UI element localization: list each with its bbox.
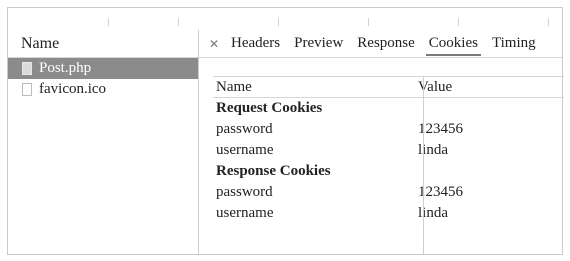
cookies-table-header: Name Value [213,76,564,98]
section-title: Request Cookies [216,100,323,116]
table-row[interactable]: username linda [213,140,564,161]
tab-cookies[interactable]: Cookies [425,31,481,56]
column-header-name[interactable]: Name [213,79,413,96]
tab-headers[interactable]: Headers [228,31,283,56]
devtools-network-panel: Name Post.php favicon.ico ✕ Headers Prev… [7,7,564,255]
tab-preview[interactable]: Preview [291,31,346,56]
request-row-favicon[interactable]: favicon.ico [8,79,198,100]
close-icon[interactable]: ✕ [204,37,224,51]
section-request-cookies: Request Cookies [213,98,564,119]
request-name: favicon.ico [39,81,107,97]
column-header-value[interactable]: Value [413,79,564,96]
column-separator[interactable] [423,76,424,254]
details-tab-bar: ✕ Headers Preview Response Cookies Timin… [199,30,562,58]
file-icon [22,62,32,75]
tab-timing[interactable]: Timing [489,31,539,56]
table-row[interactable]: username linda [213,203,564,224]
cookie-value: linda [418,205,448,221]
cookie-value: linda [418,142,448,158]
cookie-value: 123456 [418,121,463,137]
cookie-name: username [216,205,274,221]
table-row[interactable]: password 123456 [213,119,564,140]
request-row-post-php[interactable]: Post.php [8,58,198,79]
file-icon [22,83,32,96]
table-row[interactable]: password 123456 [213,182,564,203]
tab-response[interactable]: Response [354,31,418,56]
request-name: Post.php [39,60,92,76]
timeline-ruler [8,8,562,28]
section-response-cookies: Response Cookies [213,161,564,182]
cookie-name: password [216,184,273,200]
name-column-label: Name [21,34,60,52]
request-list-header[interactable]: Name [8,30,198,58]
cookies-table: Name Value Request Cookies password 1234… [213,76,564,254]
cookie-name: password [216,121,273,137]
request-list-pane: Name Post.php favicon.ico [8,30,199,254]
section-title: Response Cookies [216,163,331,179]
request-details-pane: ✕ Headers Preview Response Cookies Timin… [199,30,564,254]
cookie-name: username [216,142,274,158]
cookie-value: 123456 [418,184,463,200]
